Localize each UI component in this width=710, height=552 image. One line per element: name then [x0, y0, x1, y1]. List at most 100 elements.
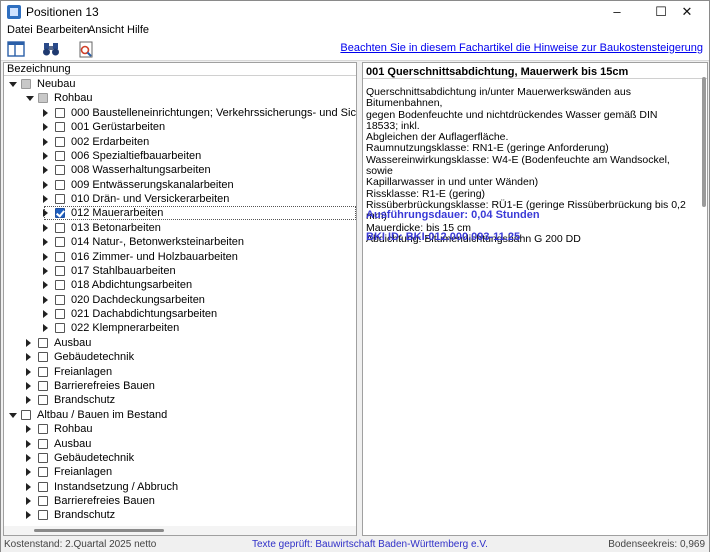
- collapsed-arrow-icon[interactable]: [43, 166, 48, 175]
- tree-row[interactable]: Rohbau: [4, 91, 356, 105]
- tree-checkbox[interactable]: [55, 107, 65, 118]
- tree-row[interactable]: 008 Wasserhaltungsarbeiten: [4, 163, 356, 177]
- tree-row[interactable]: Barrierefreies Bauen: [4, 379, 356, 393]
- tree-row[interactable]: 020 Dachdeckungsarbeiten: [4, 293, 356, 307]
- close-button[interactable]: ✕: [665, 1, 709, 23]
- tree-row[interactable]: Rohbau: [4, 422, 356, 436]
- tree-row[interactable]: 010 Drän- und Versickerarbeiten: [4, 192, 356, 206]
- tree-checkbox[interactable]: [55, 208, 65, 219]
- position-tree[interactable]: Bezeichnung Neubau Rohbau 000 Baustellenei…: [3, 62, 357, 536]
- collapsed-arrow-icon[interactable]: [43, 324, 48, 333]
- tree-row[interactable]: Altbau / Bauen im Bestand: [4, 408, 356, 422]
- tree-checkbox[interactable]: [55, 122, 65, 133]
- collapsed-arrow-icon[interactable]: [43, 238, 48, 247]
- collapsed-arrow-icon[interactable]: [26, 353, 31, 362]
- tree-checkbox[interactable]: [55, 294, 65, 305]
- tree-row[interactable]: 018 Abdichtungsarbeiten: [4, 278, 356, 292]
- collapsed-arrow-icon[interactable]: [43, 180, 48, 189]
- collapsed-arrow-icon[interactable]: [43, 195, 48, 204]
- tree-row[interactable]: Brandschutz: [4, 393, 356, 407]
- tree-checkbox[interactable]: [38, 93, 48, 104]
- tree-checkbox[interactable]: [38, 510, 48, 521]
- tree-checkbox[interactable]: [55, 323, 65, 334]
- tree-row[interactable]: 002 Erdarbeiten: [4, 135, 356, 149]
- tree-checkbox[interactable]: [38, 496, 48, 507]
- collapsed-arrow-icon[interactable]: [43, 209, 48, 218]
- expanded-arrow-icon[interactable]: [9, 82, 17, 87]
- collapsed-arrow-icon[interactable]: [26, 338, 31, 347]
- tree-checkbox[interactable]: [38, 366, 48, 377]
- tree-row[interactable]: 017 Stahlbauarbeiten: [4, 264, 356, 278]
- detail-vertical-scrollbar[interactable]: [702, 77, 706, 207]
- tree-checkbox[interactable]: [55, 179, 65, 190]
- collapsed-arrow-icon[interactable]: [43, 281, 48, 290]
- tree-checkbox[interactable]: [38, 481, 48, 492]
- tree-row[interactable]: Brandschutz: [4, 508, 356, 522]
- tree-checkbox[interactable]: [55, 251, 65, 262]
- collapsed-arrow-icon[interactable]: [26, 381, 31, 390]
- scrollbar-thumb[interactable]: [34, 529, 164, 532]
- fachartikel-link[interactable]: Beachten Sie in diesem Fachartikel die H…: [340, 42, 703, 54]
- tree-checkbox[interactable]: [55, 309, 65, 320]
- search-document-icon[interactable]: [77, 41, 97, 59]
- tree-row[interactable]: 009 Entwässerungskanalarbeiten: [4, 178, 356, 192]
- tree-checkbox[interactable]: [21, 409, 31, 420]
- tree-row[interactable]: Gebäudetechnik: [4, 350, 356, 364]
- collapsed-arrow-icon[interactable]: [26, 511, 31, 520]
- tree-checkbox[interactable]: [55, 194, 65, 205]
- collapsed-arrow-icon[interactable]: [43, 108, 48, 117]
- tree-column-header[interactable]: Bezeichnung: [4, 63, 356, 76]
- tree-horizontal-scrollbar[interactable]: [4, 526, 356, 535]
- tree-row[interactable]: 012 Mauerarbeiten: [4, 206, 356, 221]
- tree-row[interactable]: Barrierefreies Bauen: [4, 494, 356, 508]
- collapsed-arrow-icon[interactable]: [26, 453, 31, 462]
- menu-hilfe[interactable]: Hilfe: [127, 24, 149, 36]
- tree-row[interactable]: Ausbau: [4, 336, 356, 350]
- tree-row[interactable]: 001 Gerüstarbeiten: [4, 120, 356, 134]
- tree-checkbox[interactable]: [38, 452, 48, 463]
- expanded-arrow-icon[interactable]: [9, 412, 17, 418]
- tree-checkbox[interactable]: [38, 380, 48, 391]
- tree-checkbox[interactable]: [55, 237, 65, 248]
- tree-checkbox[interactable]: [55, 165, 65, 176]
- text-checked-status[interactable]: Texte geprüft: Bauwirtschaft Baden-Württ…: [252, 539, 488, 550]
- tree-row[interactable]: 000 Baustelleneinrichtungen; Verkehrssic…: [4, 106, 356, 120]
- tree-row[interactable]: 016 Zimmer- und Holzbauarbeiten: [4, 250, 356, 264]
- tree-row[interactable]: Ausbau: [4, 437, 356, 451]
- collapsed-arrow-icon[interactable]: [26, 482, 31, 491]
- tree-checkbox[interactable]: [21, 79, 31, 89]
- tree-checkbox[interactable]: [38, 438, 48, 449]
- tree-row[interactable]: 006 Spezialtiefbauarbeiten: [4, 149, 356, 163]
- tree-row[interactable]: 013 Betonarbeiten: [4, 221, 356, 235]
- collapsed-arrow-icon[interactable]: [26, 367, 31, 376]
- tree-checkbox[interactable]: [55, 136, 65, 147]
- tree-row[interactable]: Freianlagen: [4, 365, 356, 379]
- panel-layout-icon[interactable]: [7, 41, 27, 59]
- tree-checkbox[interactable]: [38, 395, 48, 406]
- collapsed-arrow-icon[interactable]: [26, 468, 31, 477]
- tree-row[interactable]: Gebäudetechnik: [4, 451, 356, 465]
- collapsed-arrow-icon[interactable]: [43, 295, 48, 304]
- tree-row[interactable]: Instandsetzung / Abbruch: [4, 480, 356, 494]
- tree-row[interactable]: Neubau: [4, 77, 356, 91]
- tree-checkbox[interactable]: [38, 467, 48, 478]
- tree-checkbox[interactable]: [38, 337, 48, 348]
- title-bar[interactable]: Positionen 13 – ☐ ✕: [1, 1, 709, 23]
- collapsed-arrow-icon[interactable]: [26, 396, 31, 405]
- collapsed-arrow-icon[interactable]: [43, 310, 48, 319]
- collapsed-arrow-icon[interactable]: [43, 123, 48, 132]
- tree-row[interactable]: 021 Dachabdichtungsarbeiten: [4, 307, 356, 321]
- collapsed-arrow-icon[interactable]: [26, 497, 31, 506]
- tree-checkbox[interactable]: [38, 352, 48, 363]
- tree-checkbox[interactable]: [55, 280, 65, 291]
- menu-ansicht[interactable]: Ansicht: [88, 24, 124, 36]
- tree-checkbox[interactable]: [38, 424, 48, 435]
- tree-checkbox[interactable]: [55, 265, 65, 276]
- collapsed-arrow-icon[interactable]: [43, 266, 48, 275]
- collapsed-arrow-icon[interactable]: [43, 223, 48, 232]
- expanded-arrow-icon[interactable]: [26, 96, 34, 102]
- tree-checkbox[interactable]: [55, 150, 65, 161]
- collapsed-arrow-icon[interactable]: [26, 439, 31, 448]
- menu-bearbeiten[interactable]: Bearbeiten: [36, 24, 89, 36]
- minimize-button[interactable]: –: [595, 1, 639, 23]
